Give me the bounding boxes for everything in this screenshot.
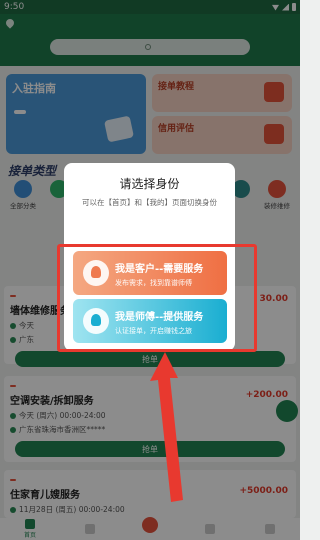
arrow-shape xyxy=(150,352,183,502)
annotation-arrow xyxy=(150,352,183,502)
